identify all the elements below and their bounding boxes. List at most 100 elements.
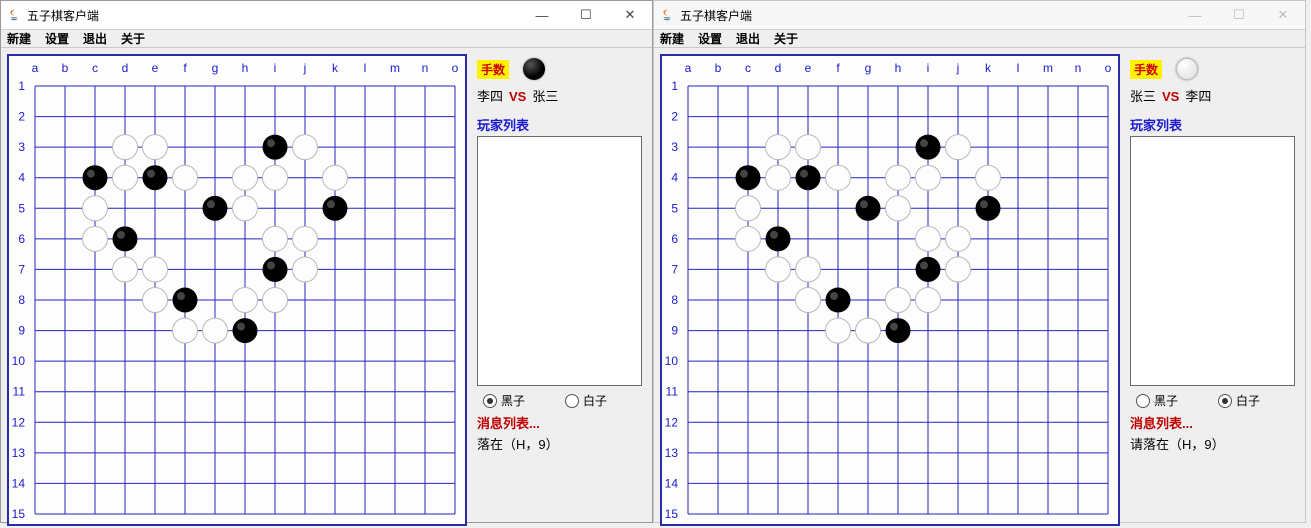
player-right: 李四	[1185, 89, 1211, 104]
stone-white	[736, 196, 761, 221]
menu-item[interactable]: 关于	[121, 30, 145, 47]
stone-black	[83, 165, 108, 190]
col-label: i	[927, 61, 930, 75]
minimize-button[interactable]: —	[520, 1, 564, 29]
maximize-button[interactable]: ☐	[564, 1, 608, 29]
stone-black	[203, 196, 228, 221]
close-button[interactable]: ✕	[1261, 1, 1305, 29]
vs-label: VS	[1162, 89, 1179, 104]
minimize-button[interactable]: —	[1173, 1, 1217, 29]
stone-white	[143, 257, 168, 282]
col-label: h	[242, 61, 249, 75]
gomoku-board[interactable]: abcdefghijklmno123456789101112131415	[9, 56, 465, 524]
row-label: 4	[18, 171, 25, 185]
window-title: 五子棋客户端	[680, 7, 752, 24]
stone-white	[826, 318, 851, 343]
java-icon	[660, 8, 674, 22]
row-label: 4	[671, 171, 678, 185]
stone-white	[946, 226, 971, 251]
col-label: o	[1105, 61, 1112, 75]
vs-row: 李四VS张三	[477, 86, 642, 105]
titlebar[interactable]: 五子棋客户端—☐✕	[1, 1, 652, 30]
col-label: j	[303, 61, 307, 75]
stone-white	[766, 165, 791, 190]
player-list[interactable]	[1130, 136, 1295, 386]
radio-circle-icon	[565, 394, 579, 408]
titlebar[interactable]: 五子棋客户端 —☐✕	[654, 1, 1305, 30]
stone-white	[946, 257, 971, 282]
message-text: 请落在（H，9）	[1130, 434, 1295, 453]
row-label: 6	[18, 232, 25, 246]
stone-white	[766, 135, 791, 160]
window-controls: —☐✕	[1173, 1, 1305, 29]
radio-label: 黑子	[501, 392, 525, 409]
row-label: 13	[12, 446, 26, 460]
row-label: 12	[12, 415, 26, 429]
close-button[interactable]: ✕	[608, 1, 652, 29]
stone-black	[173, 288, 198, 313]
player-right: 张三	[532, 89, 558, 104]
client-area: abcdefghijklmno123456789101112131415手数张三…	[654, 48, 1305, 528]
row-label: 15	[12, 507, 26, 521]
menu-item[interactable]: 关于	[774, 30, 798, 47]
turn-label: 手数	[1130, 60, 1162, 79]
stone-black	[916, 135, 941, 160]
side-panel: 手数李四VS张三玩家列表黑子白子消息列表...落在（H，9）	[473, 54, 646, 526]
maximize-button[interactable]: ☐	[1217, 1, 1261, 29]
row-label: 11	[666, 385, 679, 399]
stone-white	[946, 135, 971, 160]
side-panel: 手数张三VS李四玩家列表黑子白子消息列表...请落在（H，9）	[1126, 54, 1299, 526]
menu-item[interactable]: 退出	[736, 30, 760, 47]
turn-row: 手数	[1130, 56, 1295, 82]
color-radio-group: 黑子 白子	[477, 392, 642, 409]
player-list-title: 玩家列表	[1130, 115, 1295, 134]
col-label: b	[62, 61, 69, 75]
message-list-title: 消息列表...	[477, 413, 642, 432]
stone-white	[233, 196, 258, 221]
col-label: g	[865, 61, 872, 75]
radio-black[interactable]: 黑子	[1136, 392, 1178, 409]
stone-white	[766, 257, 791, 282]
row-label: 10	[665, 354, 679, 368]
radio-white[interactable]: 白子	[565, 392, 607, 409]
stone-white	[233, 288, 258, 313]
color-radio-group: 黑子 白子	[1130, 392, 1295, 409]
radio-white[interactable]: 白子	[1218, 392, 1260, 409]
row-label: 13	[665, 446, 679, 460]
board-holder[interactable]: abcdefghijklmno123456789101112131415	[660, 54, 1120, 526]
menu-item[interactable]: 新建	[7, 30, 31, 47]
radio-label: 黑子	[1154, 392, 1178, 409]
board-holder[interactable]: abcdefghijklmno123456789101112131415	[7, 54, 467, 526]
menubar: 新建设置退出关于	[654, 30, 1305, 48]
col-label: m	[1043, 61, 1053, 75]
row-label: 7	[18, 262, 25, 276]
row-label: 15	[665, 507, 679, 521]
gomoku-board[interactable]: abcdefghijklmno123456789101112131415	[662, 56, 1118, 524]
row-label: 8	[18, 293, 25, 307]
row-label: 8	[671, 293, 678, 307]
stone-black	[233, 318, 258, 343]
col-label: a	[685, 61, 692, 75]
menu-item[interactable]: 新建	[660, 30, 684, 47]
stone-black	[826, 288, 851, 313]
vs-label: VS	[509, 89, 526, 104]
radio-black[interactable]: 黑子	[483, 392, 525, 409]
row-label: 14	[665, 476, 679, 490]
stone-white	[293, 135, 318, 160]
menu-item[interactable]: 设置	[45, 30, 69, 47]
menu-item[interactable]: 退出	[83, 30, 107, 47]
row-label: 7	[671, 262, 678, 276]
col-label: e	[152, 61, 159, 75]
player-list[interactable]	[477, 136, 642, 386]
col-label: c	[745, 61, 751, 75]
menu-item[interactable]: 设置	[698, 30, 722, 47]
stone-white	[916, 226, 941, 251]
row-label: 1	[671, 79, 678, 93]
col-label: d	[775, 61, 782, 75]
row-label: 3	[671, 140, 678, 154]
stone-white	[233, 165, 258, 190]
stone-white	[143, 288, 168, 313]
stone-white	[173, 318, 198, 343]
row-label: 6	[671, 232, 678, 246]
stone-white	[796, 257, 821, 282]
